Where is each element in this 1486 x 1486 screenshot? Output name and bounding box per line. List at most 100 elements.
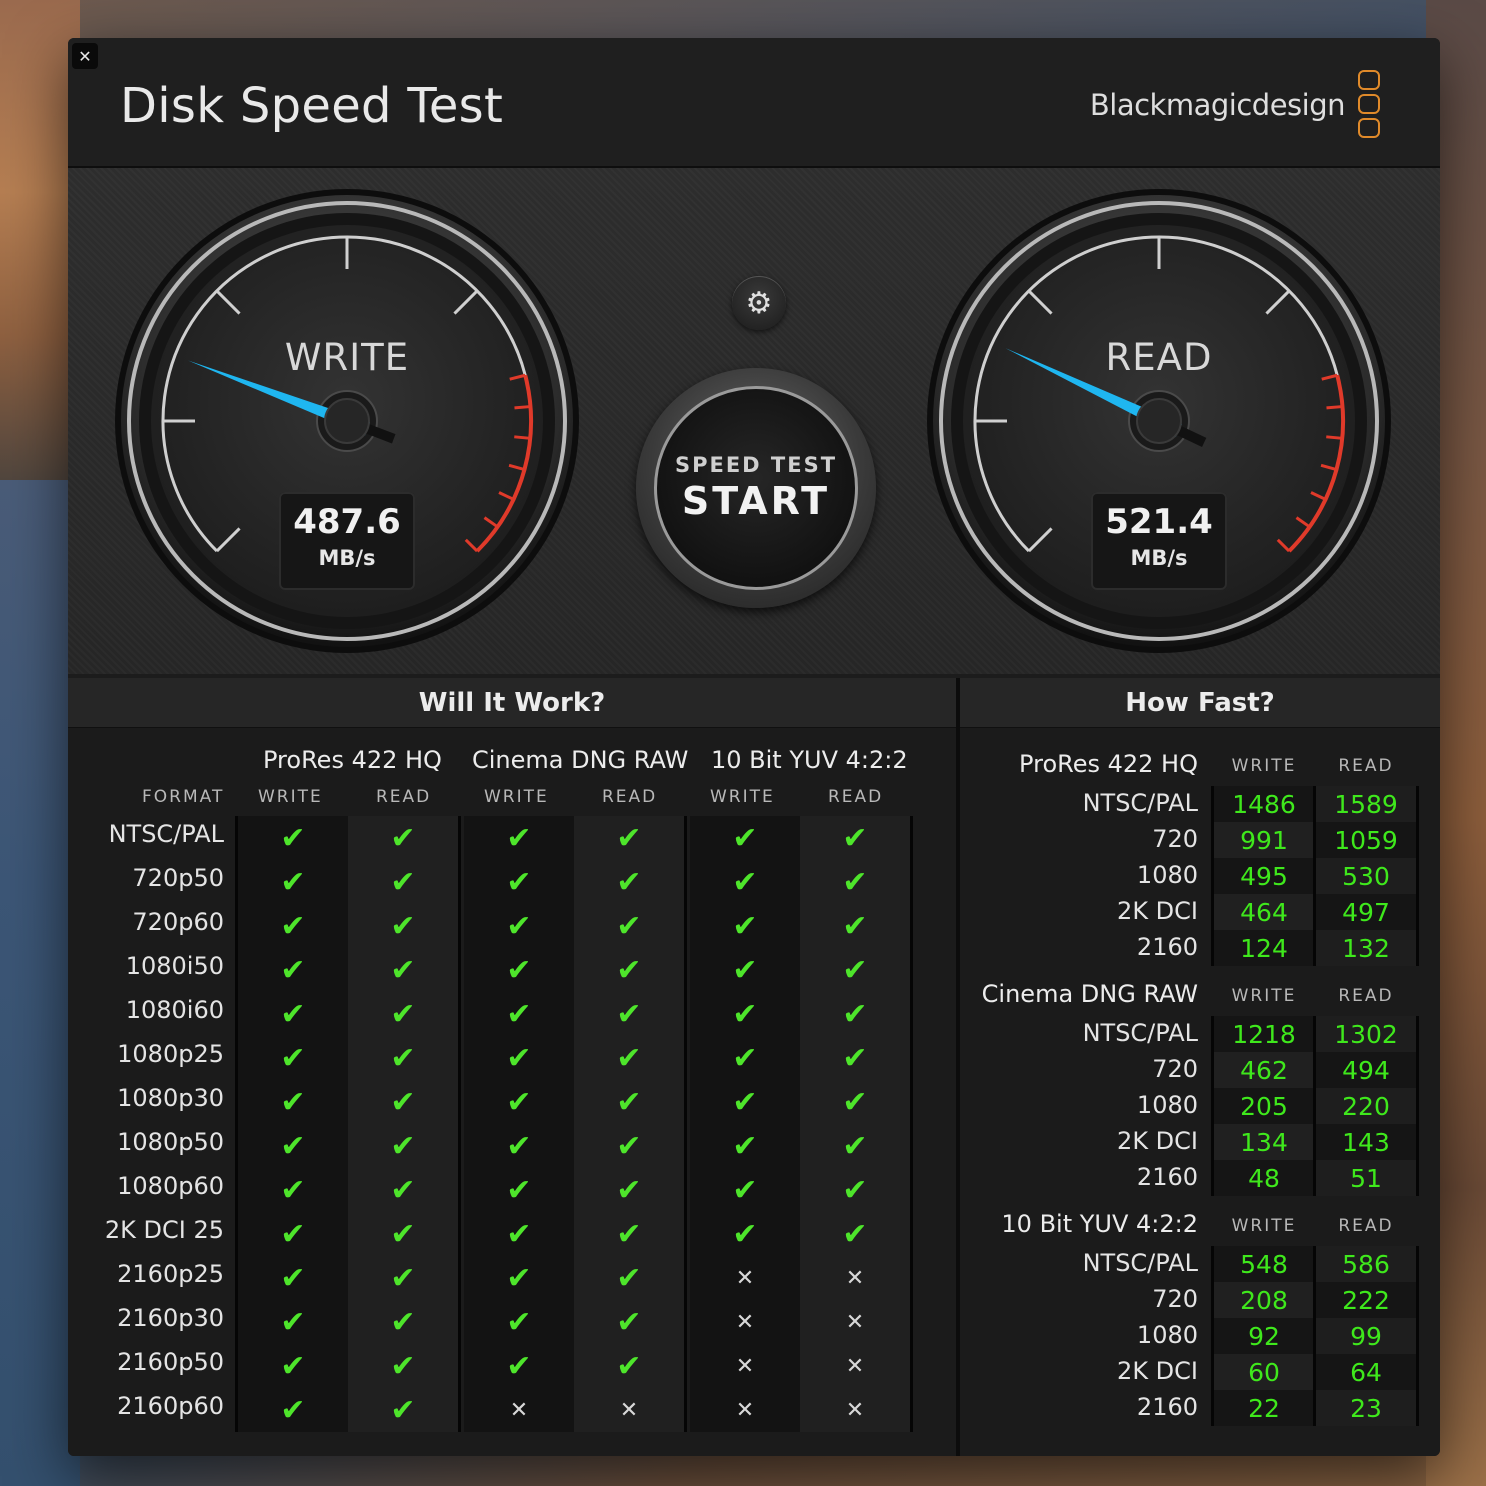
check-icon: ✔ (390, 996, 416, 1032)
result-cell: ✔ (574, 1080, 684, 1124)
check-icon: ✔ (732, 1172, 758, 1208)
close-icon[interactable]: ✕ (72, 43, 98, 69)
check-icon: ✔ (616, 1304, 642, 1340)
result-cell: ✕ (800, 1256, 910, 1300)
format-label: 1080p30 (117, 1084, 224, 1112)
column-header-read: READ (1338, 756, 1394, 776)
write-speed-value: 208 (1214, 1282, 1314, 1318)
format-label: NTSC/PAL (1082, 1249, 1198, 1277)
result-cell: ✔ (464, 904, 574, 948)
check-icon: ✔ (390, 1172, 416, 1208)
read-speed-value: 494 (1316, 1052, 1416, 1088)
write-speed-value: 134 (1214, 1124, 1314, 1160)
check-icon: ✔ (616, 1216, 642, 1252)
result-cell: ✔ (238, 1168, 348, 1212)
check-icon: ✔ (390, 864, 416, 900)
column-header-write: WRITE (1231, 986, 1297, 1006)
result-cell: ✕ (574, 1388, 684, 1432)
group-title: Cinema DNG RAW (472, 746, 689, 774)
result-cell: ✔ (464, 1124, 574, 1168)
column-header-read: READ (376, 787, 432, 807)
cross-icon: ✕ (509, 1397, 529, 1423)
result-cell: ✔ (348, 1036, 458, 1080)
format-label: 2K DCI 25 (104, 1216, 224, 1244)
check-icon: ✔ (732, 908, 758, 944)
result-cell: ✔ (574, 860, 684, 904)
check-icon: ✔ (616, 1128, 642, 1164)
check-icon: ✔ (506, 820, 532, 856)
format-label: 2160p30 (117, 1304, 224, 1332)
result-cell: ✔ (238, 860, 348, 904)
gear-icon[interactable]: ⚙ (732, 276, 786, 330)
result-cell: ✔ (238, 1344, 348, 1388)
write-readout: 487.6 MB/s (279, 492, 415, 590)
column-separator (1416, 1246, 1419, 1426)
read-gauge-hub (1136, 398, 1182, 444)
format-label: 2K DCI (1117, 1357, 1198, 1385)
check-icon: ✔ (616, 820, 642, 856)
how-fast-title: How Fast? (960, 678, 1440, 728)
column-separator (235, 816, 238, 1432)
read-speed-value: 220 (1316, 1088, 1416, 1124)
format-label: 2K DCI (1117, 1127, 1198, 1155)
format-label: 1080 (1136, 1321, 1198, 1349)
check-icon: ✔ (506, 908, 532, 944)
format-label: 720 (1152, 1285, 1198, 1313)
result-cell: ✔ (464, 992, 574, 1036)
result-cell: ✔ (800, 1036, 910, 1080)
cross-icon: ✕ (845, 1265, 865, 1291)
check-icon: ✔ (732, 1216, 758, 1252)
read-speed-value: 530 (1316, 858, 1416, 894)
cross-icon: ✕ (845, 1353, 865, 1379)
result-cell: ✔ (238, 1388, 348, 1432)
result-cell: ✔ (574, 1168, 684, 1212)
format-header: FORMAT (142, 787, 225, 807)
result-cell: ✕ (690, 1256, 800, 1300)
column-separator (684, 816, 687, 1432)
result-cell: ✔ (800, 992, 910, 1036)
check-icon: ✔ (732, 1128, 758, 1164)
check-icon: ✔ (842, 1128, 868, 1164)
start-button[interactable]: SPEED TEST START (654, 386, 858, 590)
check-icon: ✔ (280, 996, 306, 1032)
check-icon: ✔ (842, 952, 868, 988)
check-icon: ✔ (616, 908, 642, 944)
format-label: 720p60 (132, 908, 224, 936)
check-icon: ✔ (506, 864, 532, 900)
format-label: 2160p60 (117, 1392, 224, 1420)
read-speed-value: 132 (1316, 930, 1416, 966)
check-icon: ✔ (732, 952, 758, 988)
column-separator (1313, 786, 1316, 966)
write-gauge-hub (324, 398, 370, 444)
format-label: 1080i50 (125, 952, 224, 980)
result-cell: ✔ (238, 1256, 348, 1300)
write-speed-value: 60 (1214, 1354, 1314, 1390)
result-cell: ✔ (690, 1168, 800, 1212)
format-label: 1080 (1136, 861, 1198, 889)
format-label: 1080p25 (117, 1040, 224, 1068)
write-speed-value: 22 (1214, 1390, 1314, 1426)
check-icon: ✔ (280, 1304, 306, 1340)
column-header-write: WRITE (258, 787, 323, 807)
check-icon: ✔ (390, 1128, 416, 1164)
write-speed-value: 462 (1214, 1052, 1314, 1088)
result-cell: ✔ (464, 860, 574, 904)
check-icon: ✔ (506, 1128, 532, 1164)
column-separator (1313, 1246, 1316, 1426)
column-separator (1416, 786, 1419, 966)
write-gauge-redline-tick (514, 435, 531, 440)
result-cell: ✔ (348, 1344, 458, 1388)
result-cell: ✔ (574, 992, 684, 1036)
result-cell: ✔ (464, 1344, 574, 1388)
check-icon: ✔ (616, 996, 642, 1032)
read-speed-value: 1059 (1316, 822, 1416, 858)
read-speed-value: 521.4 (1105, 502, 1213, 542)
result-cell: ✔ (464, 1168, 574, 1212)
write-gauge: WRITE 487.6 MB/s (112, 186, 582, 656)
check-icon: ✔ (390, 1348, 416, 1384)
format-label: NTSC/PAL (108, 820, 224, 848)
check-icon: ✔ (390, 1216, 416, 1252)
write-gauge-label: WRITE (284, 336, 410, 379)
result-cell: ✕ (690, 1300, 800, 1344)
check-icon: ✔ (506, 1304, 532, 1340)
